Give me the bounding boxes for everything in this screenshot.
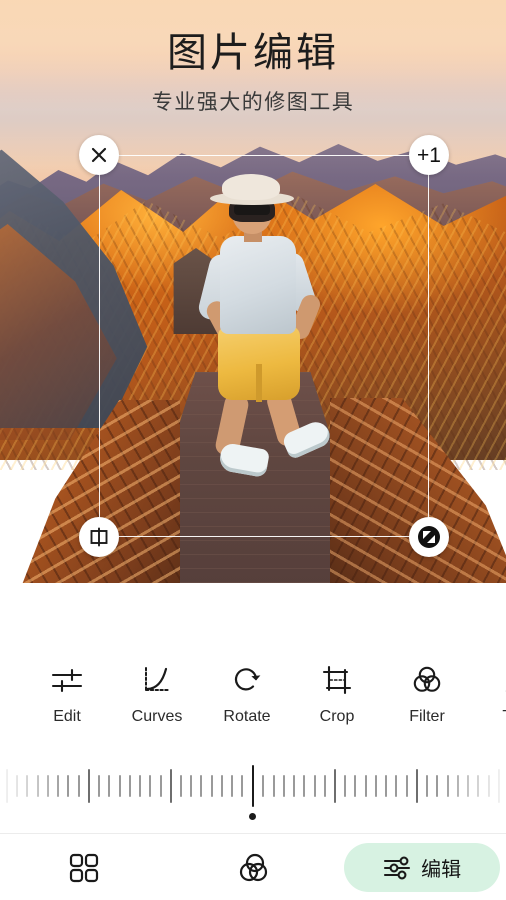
nav-edit-pill[interactable]: 编辑 <box>343 843 500 892</box>
ruler-tick <box>6 769 8 803</box>
selection-frame[interactable] <box>99 155 429 537</box>
ruler-tick <box>313 775 316 797</box>
ruler-tick <box>477 775 480 797</box>
mirror-handle-button[interactable] <box>79 517 119 557</box>
ruler-tick <box>149 775 152 797</box>
ruler-tick <box>467 775 470 797</box>
ruler-tick <box>456 775 459 797</box>
ruler-value-indicator <box>249 813 256 820</box>
nav-item-edit[interactable]: 编辑 <box>337 843 506 892</box>
text-a-icon <box>472 658 506 702</box>
ruler-tick <box>139 775 142 797</box>
sliders-icon <box>22 658 112 702</box>
grid-icon <box>67 851 101 885</box>
ruler-tick <box>179 775 182 797</box>
tool-rotate[interactable]: Rotate <box>202 658 292 726</box>
ruler-tick <box>334 769 336 803</box>
ruler-tick <box>57 775 60 797</box>
ruler-tick <box>200 775 203 797</box>
ruler-tick <box>405 775 408 797</box>
ruler-tick <box>190 775 193 797</box>
ruler-tick <box>128 775 131 797</box>
ruler-tick <box>354 775 357 797</box>
ruler-tick <box>303 775 306 797</box>
ruler-tick <box>436 775 439 797</box>
ruler-tick <box>344 775 347 797</box>
tool-curves[interactable]: Curves <box>112 658 202 726</box>
tool-strip[interactable]: Edit Curves Rotate Crop Filter <box>0 658 506 726</box>
ruler-tick <box>251 765 255 807</box>
mirror-flip-icon <box>88 526 110 548</box>
ruler-tick <box>415 769 418 803</box>
crop-icon <box>292 658 382 702</box>
close-icon <box>89 145 109 165</box>
ruler-tick <box>36 775 39 797</box>
editor-panel: Edit Curves Rotate Crop Filter 编辑 <box>0 583 506 900</box>
ruler-tick <box>487 775 490 797</box>
page-subtitle: 专业强大的修图工具 <box>151 91 355 114</box>
tool-filter[interactable]: Filter <box>382 658 472 726</box>
layer-count-badge[interactable]: +1 <box>409 135 449 175</box>
ruler-tick <box>87 769 90 803</box>
ruler-tick <box>231 775 234 797</box>
tool-rotate-label: Rotate <box>223 708 271 725</box>
ruler-tick <box>395 775 398 797</box>
ruler-tick <box>262 775 265 797</box>
tool-text[interactable]: Text <box>472 658 506 726</box>
ruler-tick <box>98 775 101 797</box>
ruler-tick <box>77 775 80 797</box>
nav-edit-label: 编辑 <box>421 859 462 881</box>
ruler-tick <box>272 775 275 797</box>
hero-text-block: 图片编辑 专业强大的修图工具 <box>0 28 506 116</box>
ruler-tick <box>16 775 19 797</box>
filter-circles-icon <box>382 658 472 702</box>
ruler-tick <box>118 775 121 797</box>
tool-crop[interactable]: Crop <box>292 658 382 726</box>
ruler-tick <box>497 769 500 803</box>
resize-handle-button[interactable] <box>409 517 449 557</box>
ruler-tick <box>241 775 244 797</box>
nav-item-filter[interactable] <box>169 851 338 885</box>
ruler-tick <box>385 775 388 797</box>
nav-item-grid[interactable] <box>0 851 169 885</box>
adjust-sliders-icon <box>382 854 412 882</box>
ruler-tick <box>169 769 172 803</box>
ruler-tick <box>374 775 377 797</box>
ruler-tick <box>159 775 162 797</box>
intensity-slider[interactable] <box>0 763 506 825</box>
ruler-tick <box>108 775 111 797</box>
plus-one-badge-label: +1 <box>417 143 441 167</box>
page-title: 图片编辑 <box>167 31 339 75</box>
ruler-tick <box>426 775 429 797</box>
bottom-nav[interactable]: 编辑 <box>0 833 506 900</box>
app-screen: 图片编辑 专业强大的修图工具 +1 Edit Curves Rotate Cro… <box>0 0 506 900</box>
ruler-tick <box>46 775 49 797</box>
ruler-tick <box>282 775 285 797</box>
ruler-tick <box>210 775 213 797</box>
ruler-tick <box>293 775 296 797</box>
ruler-tick <box>446 775 449 797</box>
tool-edit[interactable]: Edit <box>22 658 112 726</box>
resize-diagonal-icon <box>418 526 440 548</box>
curves-icon <box>112 658 202 702</box>
tool-filter-label: Filter <box>409 708 445 725</box>
close-handle-button[interactable] <box>79 135 119 175</box>
tool-crop-label: Crop <box>319 708 355 725</box>
rotate-cw-icon <box>202 658 292 702</box>
tool-edit-label: Edit <box>53 708 81 725</box>
tool-curves-label: Curves <box>131 708 183 725</box>
tool-text-label: Text <box>472 708 506 726</box>
ruler-tick <box>26 775 29 797</box>
ruler-tick <box>220 775 223 797</box>
ruler-tick <box>364 775 367 797</box>
filter-circles-icon <box>235 851 271 885</box>
ruler-tick <box>67 775 70 797</box>
ruler-ticks[interactable] <box>0 763 506 809</box>
ruler-tick <box>323 775 326 797</box>
